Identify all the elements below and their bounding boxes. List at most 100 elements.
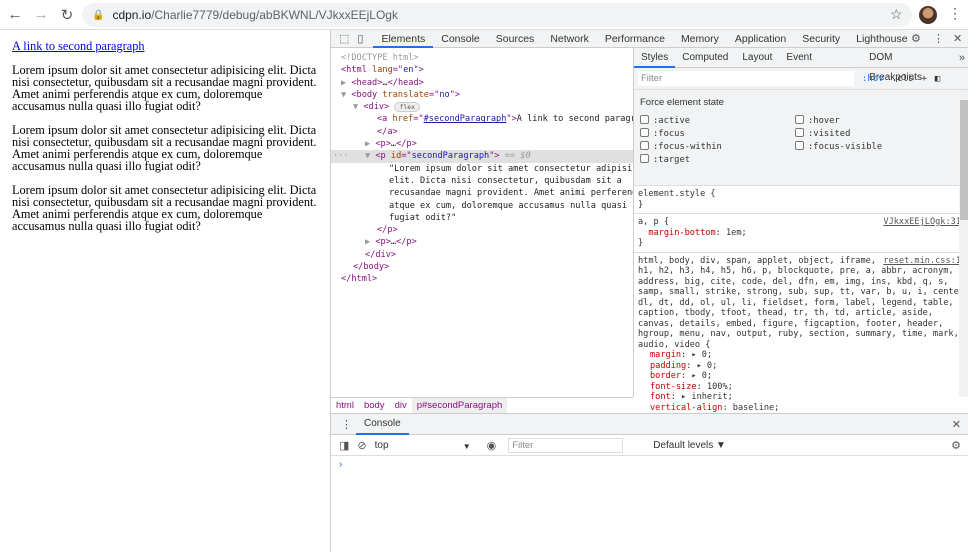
tab-console-drawer[interactable]: Console — [356, 414, 409, 435]
styles-tab-dom-breakpoints[interactable]: DOM Breakpoints — [862, 48, 955, 83]
cls-toggle[interactable]: .cls — [892, 74, 914, 84]
source-link[interactable]: VJkxxEEjLOgk:31 — [883, 217, 961, 228]
styles-filter-input[interactable]: Filter — [638, 71, 854, 86]
bookmark-star-icon[interactable]: ☆ — [890, 6, 903, 23]
css-rule-reset[interactable]: html, body, div, span, applet, object, i… — [634, 253, 968, 427]
tab-console[interactable]: Console — [433, 30, 488, 48]
checkbox[interactable] — [640, 128, 649, 137]
tab-application[interactable]: Application — [727, 30, 794, 48]
css-property[interactable]: border — [650, 371, 681, 381]
checkbox[interactable] — [640, 154, 649, 163]
css-declaration[interactable]: border: ▸ 0; — [638, 371, 965, 382]
dom-node-line[interactable]: <a href="#secondParagraph">A link to sec… — [331, 113, 633, 125]
state-checkbox-active[interactable]: :active — [640, 115, 795, 126]
dom-node-line[interactable]: ▼ <body translate="no"> — [331, 89, 633, 101]
checkbox[interactable] — [640, 115, 649, 124]
breadcrumb-div[interactable]: div — [390, 398, 412, 414]
css-declaration[interactable]: padding: ▸ 0; — [638, 361, 965, 372]
state-checkbox-visited[interactable]: :visited — [795, 128, 945, 139]
css-value[interactable]: : baseline; — [722, 403, 779, 413]
hov-toggle[interactable]: :hov — [862, 74, 884, 84]
dom-node-line[interactable]: <html lang="en"> — [331, 64, 633, 76]
dom-node-line[interactable]: </body> — [331, 261, 633, 273]
dom-node-line[interactable]: ··· ▼ <p id="secondParagraph"> == $0 — [331, 150, 633, 163]
dom-node-line[interactable]: atque ex cum, doloremque accusamus nulla… — [331, 200, 633, 212]
element-style-rule[interactable]: element.style { } — [634, 186, 968, 214]
checkbox[interactable] — [795, 141, 804, 150]
settings-gear-icon[interactable]: ⚙ — [907, 32, 925, 45]
dom-node-line[interactable]: </html> — [331, 273, 633, 285]
styles-tab-event-listeners[interactable]: Event Listeners — [779, 48, 862, 83]
css-declaration[interactable]: margin: ▸ 0; — [638, 350, 965, 361]
styles-tab-styles[interactable]: Styles — [634, 48, 676, 68]
css-declaration[interactable]: vertical-align: baseline; — [638, 403, 965, 414]
styles-tab-computed[interactable]: Computed — [675, 48, 735, 68]
dom-node-line[interactable]: elit. Dicta nisi consectetur, quibusdam … — [331, 175, 633, 187]
source-link[interactable]: reset.min.css:1 — [883, 256, 961, 267]
back-icon[interactable]: ← — [4, 6, 26, 23]
close-devtools-icon[interactable]: ✕ — [949, 32, 966, 45]
css-property[interactable]: margin — [650, 350, 681, 360]
inspect-icon[interactable]: ⬚ — [335, 32, 353, 45]
dom-node-line[interactable]: </a> — [331, 126, 633, 138]
dom-token[interactable]: #secondParagraph — [424, 114, 507, 124]
tab-sources[interactable]: Sources — [488, 30, 543, 48]
dom-node-line[interactable]: ▶ <head>…</head> — [331, 77, 633, 89]
tab-network[interactable]: Network — [542, 30, 597, 48]
second-paragraph-link[interactable]: A link to second paragraph — [12, 40, 318, 52]
css-property[interactable]: font — [650, 392, 671, 402]
tab-security[interactable]: Security — [794, 30, 848, 48]
console-prompt[interactable]: › — [331, 456, 968, 473]
checkbox[interactable] — [795, 115, 804, 124]
close-drawer-icon[interactable]: ✕ — [948, 418, 965, 431]
dom-node-line[interactable]: <!DOCTYPE html> — [331, 52, 633, 64]
clear-console-icon[interactable]: ⊘ — [353, 439, 370, 452]
css-property[interactable]: margin-bottom — [648, 228, 715, 238]
dom-node-line[interactable]: </div> — [331, 249, 633, 261]
drawer-menu-icon[interactable]: ⋮ — [337, 418, 356, 431]
device-toolbar-icon[interactable]: ▯ — [353, 32, 367, 45]
console-settings-icon[interactable]: ⚙ — [947, 439, 965, 452]
flex-badge[interactable]: flex — [394, 102, 421, 113]
live-expression-eye-icon[interactable]: ◉ — [483, 439, 501, 452]
elements-tree[interactable]: <!DOCTYPE html> <html lang="en"> ▶ <head>…… — [331, 48, 633, 397]
breadcrumb-p-secondParagraph[interactable]: p#secondParagraph — [411, 397, 508, 414]
dom-node-line[interactable]: ▶ <p>…</p> — [331, 236, 633, 248]
tab-memory[interactable]: Memory — [673, 30, 727, 48]
state-checkbox-hover[interactable]: :hover — [795, 115, 945, 126]
avatar[interactable] — [919, 6, 937, 24]
new-rule-icon[interactable]: + — [921, 74, 926, 84]
checkbox[interactable] — [640, 141, 649, 150]
state-checkbox-focus-visible[interactable]: :focus-visible — [795, 141, 945, 152]
dom-node-line[interactable]: </p> — [331, 224, 633, 236]
css-rule-a-p[interactable]: a, p { margin-bottom: 1em; } VJkxxEEjLOgk… — [634, 214, 968, 253]
dom-node-line[interactable]: fugiat odit?" — [331, 212, 633, 224]
css-value[interactable]: : ▸ 0; — [681, 350, 712, 360]
toggle-sidebar-icon[interactable]: ◧ — [935, 74, 940, 84]
dom-node-line[interactable]: ▼ <div> flex — [331, 101, 633, 113]
css-value[interactable]: : ▸ inherit; — [671, 392, 733, 402]
styles-scrollbar[interactable] — [959, 90, 968, 397]
dom-node-line[interactable]: ▶ <p>…</p> — [331, 138, 633, 150]
dom-node-line[interactable]: "Lorem ipsum dolor sit amet consectetur … — [331, 163, 633, 175]
tab-performance[interactable]: Performance — [597, 30, 673, 48]
checkbox[interactable] — [795, 128, 804, 137]
state-checkbox-focus-within[interactable]: :focus-within — [640, 141, 795, 152]
more-tabs-icon[interactable]: » — [955, 52, 968, 64]
tab-lighthouse[interactable]: Lighthouse — [848, 30, 915, 48]
css-value[interactable]: : ▸ 0; — [681, 371, 712, 381]
css-declaration[interactable]: font: ▸ inherit; — [638, 392, 965, 403]
tab-elements[interactable]: Elements — [373, 30, 434, 48]
css-value[interactable]: : ▸ 0; — [686, 361, 717, 371]
log-levels-dropdown[interactable]: Default levels ▼ — [653, 440, 726, 451]
browser-menu-icon[interactable]: ⋮ — [948, 5, 962, 22]
breadcrumb-body[interactable]: body — [359, 398, 390, 414]
more-options-icon[interactable]: ⋮ — [929, 32, 948, 45]
styles-tab-layout[interactable]: Layout — [735, 48, 779, 68]
console-filter-input[interactable]: Filter — [508, 437, 624, 453]
breadcrumb-html[interactable]: html — [331, 398, 359, 414]
css-property[interactable]: font-size — [650, 382, 697, 392]
dom-node-line[interactable]: recusandae magni provident. Amet animi p… — [331, 187, 633, 199]
context-select[interactable]: top ▼ — [371, 440, 471, 451]
sidebar-toggle-icon[interactable]: ◨ — [335, 439, 353, 452]
